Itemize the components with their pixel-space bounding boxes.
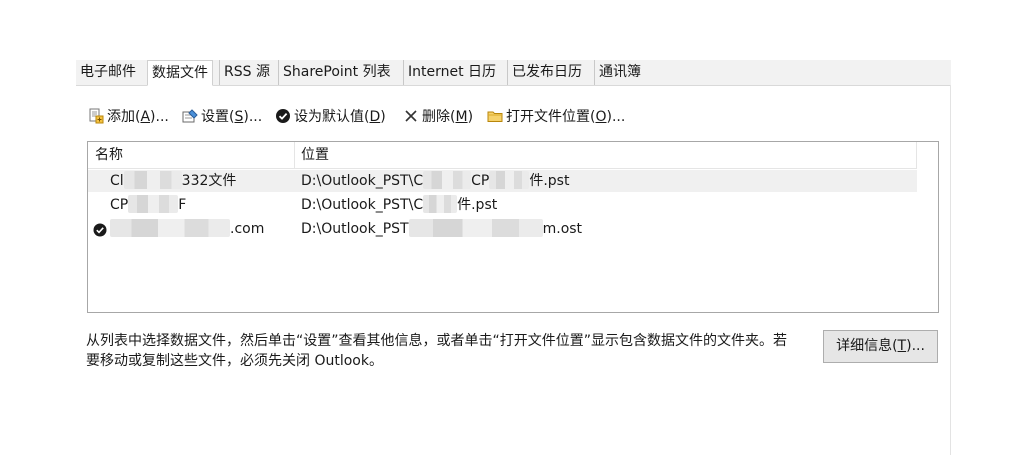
open-file-location-button[interactable]: 打开文件位置(O)... — [487, 106, 625, 128]
list-item[interactable]: CP F D:\Outlook_PST\C 件.pst — [88, 194, 917, 216]
tab-internet-calendars[interactable]: Internet 日历 — [403, 60, 500, 85]
redacted-block — [110, 219, 230, 237]
file-location-start: D:\Outlook_PST — [301, 221, 409, 237]
details-button[interactable]: 详细信息(T)... — [823, 330, 938, 363]
help-text: 从列表中选择数据文件，然后单击“设置”查看其他信息，或者单击“打开文件位置”显示… — [86, 333, 788, 369]
file-name-end: 332文件 — [181, 173, 237, 189]
tab-published-calendars[interactable]: 已发布日历 — [507, 60, 586, 85]
add-file-icon — [88, 108, 104, 124]
column-divider[interactable] — [916, 142, 917, 168]
column-header-location[interactable]: 位置 — [301, 142, 329, 168]
folder-icon — [487, 108, 503, 124]
set-default-button[interactable]: 设为默认值(D) — [275, 106, 386, 128]
add-button[interactable]: 添加(A)... — [88, 106, 169, 128]
list-item[interactable]: .com D:\Outlook_PST m.ost — [88, 218, 917, 240]
list-item[interactable]: Cl 332文件 D:\Outlook_PST\C CP 件.pst — [88, 170, 917, 192]
tab-data-files[interactable]: 数据文件 — [147, 60, 213, 86]
file-name-end: .com — [230, 221, 265, 237]
close-icon — [403, 108, 419, 124]
redacted-block — [128, 195, 179, 213]
tab-email[interactable]: 电子邮件 — [76, 60, 140, 85]
panel-border — [950, 85, 951, 455]
file-location-end: m.ost — [542, 221, 583, 237]
column-header-name[interactable]: 名称 — [95, 142, 123, 168]
checkmark-circle-icon — [275, 108, 291, 124]
file-location-start: D:\Outlook_PST\C — [301, 173, 424, 189]
column-divider[interactable] — [294, 142, 295, 168]
default-checkmark-icon — [93, 222, 107, 237]
file-name-start: Cl — [110, 173, 124, 189]
settings-button[interactable]: 设置(S)... — [182, 106, 262, 128]
tab-strip: 电子邮件 数据文件 RSS 源 SharePoint 列表 Internet 日… — [76, 60, 951, 86]
file-location-end: 件.pst — [457, 197, 498, 213]
file-location-end: 件.pst — [529, 173, 570, 189]
file-name-end: F — [178, 197, 187, 213]
redacted-block — [408, 219, 543, 237]
file-location-middle: CP — [471, 173, 490, 189]
remove-button[interactable]: 删除(M) — [403, 106, 473, 128]
tab-address-books[interactable]: 通讯簿 — [594, 60, 645, 85]
settings-icon — [182, 108, 198, 124]
redacted-block — [423, 195, 458, 213]
tab-rss-feeds[interactable]: RSS 源 — [219, 60, 274, 85]
redacted-block — [423, 171, 472, 189]
file-location-start: D:\Outlook_PST\C — [301, 197, 424, 213]
data-files-list[interactable]: 名称 位置 Cl 332文件 D:\Outlook_PST\C CP 件.pst CP… — [87, 141, 939, 313]
redacted-block — [123, 171, 182, 189]
redacted-block — [489, 171, 530, 189]
file-name-start: CP — [110, 197, 129, 213]
tab-sharepoint-lists[interactable]: SharePoint 列表 — [278, 60, 395, 85]
list-header: 名称 位置 — [88, 142, 917, 169]
